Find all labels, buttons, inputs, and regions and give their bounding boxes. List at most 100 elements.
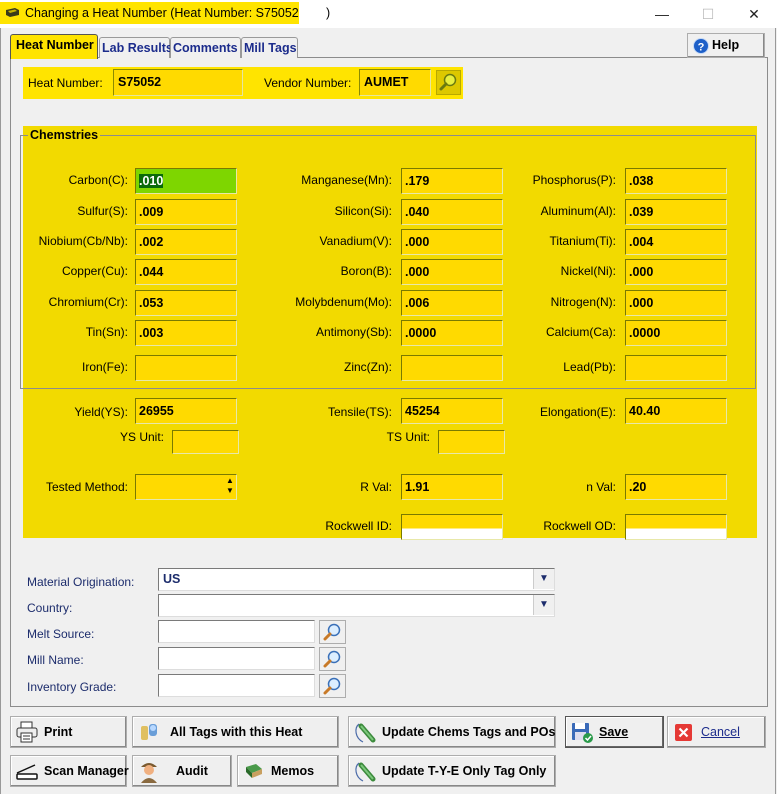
chem-value: .040	[405, 205, 430, 219]
tensile-field[interactable]: 45254	[401, 398, 503, 424]
chemistries-title: Chemstries	[28, 128, 101, 142]
elongation-field[interactable]: 40.40	[625, 398, 727, 424]
update-tye-label: Update T-Y-E Only Tag Only	[382, 764, 547, 778]
chem-field[interactable]: .038	[625, 168, 727, 194]
chem-label: Zinc(Zn):	[344, 360, 392, 374]
memos-label: Memos	[271, 764, 315, 778]
mill-name-label: Mill Name:	[27, 653, 84, 667]
chem-field[interactable]: .000	[401, 229, 503, 255]
chevron-down-icon[interactable]: ▼	[533, 595, 554, 615]
vendor-number-field[interactable]: AUMET	[359, 69, 431, 96]
vendor-search-button[interactable]	[436, 70, 461, 95]
inventory-grade-field[interactable]	[158, 674, 315, 697]
update-tye-button[interactable]: Update T-Y-E Only Tag Only	[348, 755, 556, 787]
rockwell-od-field[interactable]	[625, 514, 727, 540]
chem-field[interactable]: .179	[401, 168, 503, 194]
elongation-label: Elongation(E):	[539, 405, 616, 419]
ys-unit-label: YS Unit:	[119, 430, 164, 444]
chem-field[interactable]: .0000	[625, 320, 727, 346]
country-label: Country:	[27, 601, 73, 615]
chem-label: Titanium(Ti):	[549, 234, 616, 248]
chem-field[interactable]: .010	[135, 168, 237, 194]
chem-value: .039	[629, 205, 654, 219]
detective-icon	[141, 763, 157, 783]
chem-label: Vanadium(V):	[319, 234, 392, 248]
help-button[interactable]: ? Help	[687, 33, 765, 58]
chem-label: Tin(Sn):	[85, 325, 128, 339]
tab-mill-tags[interactable]: Mill Tags	[241, 37, 298, 58]
chem-value: .0000	[405, 326, 437, 340]
tab-comments[interactable]: Comments	[170, 37, 241, 58]
chevron-down-icon[interactable]: ▼	[533, 569, 554, 589]
yield-label: Yield(YS):	[74, 405, 128, 419]
tab-heat-number[interactable]: Heat Number	[10, 34, 98, 59]
chem-field[interactable]: .000	[625, 259, 727, 285]
melt-source-field[interactable]	[158, 620, 315, 643]
ts-unit-field[interactable]	[438, 430, 505, 454]
save-button[interactable]: Save	[565, 716, 664, 748]
memos-button[interactable]: Memos	[237, 755, 339, 787]
print-button[interactable]: Print	[10, 716, 127, 748]
r-val-field[interactable]: 1.91	[401, 474, 503, 500]
material-origination-label: Material Origination:	[27, 575, 135, 589]
n-val-field[interactable]: .20	[625, 474, 727, 500]
cancel-button[interactable]: Cancel	[667, 716, 766, 748]
n-val-label: n Val:	[586, 480, 616, 494]
audit-button[interactable]: Audit	[132, 755, 232, 787]
chem-field[interactable]: .006	[401, 290, 503, 316]
chem-label: Silicon(Si):	[334, 204, 392, 218]
chem-field[interactable]: .003	[135, 320, 237, 346]
app-icon	[6, 8, 19, 17]
spinner-arrows[interactable]: ▲ ▼	[225, 476, 235, 498]
chem-field[interactable]	[401, 355, 503, 381]
yield-field[interactable]: 26955	[135, 398, 237, 424]
book-icon	[246, 764, 262, 778]
cancel-icon	[675, 724, 692, 741]
chem-field[interactable]: .0000	[401, 320, 503, 346]
chem-field[interactable]: .009	[135, 199, 237, 225]
rockwell-id-field[interactable]	[401, 514, 503, 540]
search-icon	[323, 623, 341, 641]
window-title: Changing a Heat Number (Heat Number: S75…	[25, 6, 299, 20]
maximize-button[interactable]: ☐	[685, 0, 731, 28]
close-button[interactable]: ✕	[731, 0, 777, 28]
chem-field[interactable]	[135, 355, 237, 381]
scanner-icon	[16, 764, 38, 780]
mill-name-field[interactable]	[158, 647, 315, 670]
svg-text:?: ?	[698, 42, 705, 54]
heat-number-label: Heat Number:	[28, 76, 103, 90]
chem-field[interactable]: .000	[401, 259, 503, 285]
mill-name-search-button[interactable]	[319, 647, 346, 671]
update-chems-button[interactable]: Update Chems Tags and POs	[348, 716, 556, 748]
inventory-grade-label: Inventory Grade:	[27, 680, 117, 694]
tested-method-spinner[interactable]: ▲ ▼	[135, 474, 237, 500]
country-select[interactable]: ▼	[158, 594, 555, 617]
inventory-grade-search-button[interactable]	[319, 674, 346, 698]
chem-label: Lead(Pb):	[563, 360, 616, 374]
chem-field[interactable]: .000	[625, 290, 727, 316]
heat-number-field[interactable]: S75052	[113, 69, 243, 96]
all-tags-button[interactable]: All Tags with this Heat	[132, 716, 339, 748]
binoculars-icon	[141, 724, 157, 740]
chem-value: .004	[629, 235, 654, 249]
tab-lab-results[interactable]: Lab Results	[99, 37, 173, 58]
chem-field[interactable]: .040	[401, 199, 503, 225]
scan-manager-button[interactable]: Scan Manager	[10, 755, 129, 787]
chem-field[interactable]: .053	[135, 290, 237, 316]
chem-field[interactable]: .039	[625, 199, 727, 225]
material-origination-select[interactable]: US ▼	[158, 568, 555, 591]
minimize-button[interactable]: —	[639, 0, 685, 28]
chem-field[interactable]: .002	[135, 229, 237, 255]
ys-unit-field[interactable]	[172, 430, 239, 454]
chem-value: .000	[629, 296, 654, 310]
chem-field[interactable]: .044	[135, 259, 237, 285]
melt-source-search-button[interactable]	[319, 620, 346, 644]
chem-field[interactable]: .004	[625, 229, 727, 255]
chem-value: .179	[405, 174, 430, 188]
chem-label: Calcium(Ca):	[545, 325, 616, 339]
chem-label: Nickel(Ni):	[560, 264, 616, 278]
chem-label: Niobium(Cb/Nb):	[38, 234, 128, 248]
rockwell-id-label: Rockwell ID:	[325, 519, 392, 533]
chem-field[interactable]	[625, 355, 727, 381]
chem-value: .0000	[629, 326, 661, 340]
